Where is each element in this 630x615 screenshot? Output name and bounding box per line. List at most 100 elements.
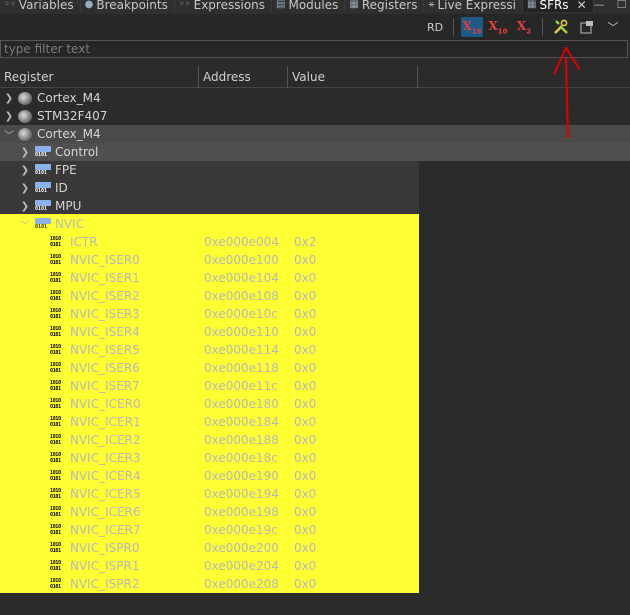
register-group-icon: 0101: [35, 199, 51, 213]
register-row[interactable]: 1010 0101 NVIC_ICER7 0xe000e19c 0x0: [0, 521, 419, 539]
tree-group[interactable]: ﹀ 0101 NVIC: [20, 215, 84, 233]
open-view-button[interactable]: [576, 17, 598, 37]
register-icon: 1010 0101: [50, 398, 61, 410]
chevron-right-icon[interactable]: ❯: [20, 147, 30, 158]
register-value[interactable]: 0x0: [294, 469, 316, 483]
minimize-icon[interactable]: —: [594, 0, 605, 11]
register-value[interactable]: 0x0: [294, 397, 316, 411]
register-row[interactable]: 1010 0101 NVIC_ISER5 0xe000e114 0x0: [0, 341, 419, 359]
tab-variables[interactable]: ◦◦ Variables: [0, 0, 81, 12]
configure-button[interactable]: [550, 17, 572, 37]
chevron-right-icon[interactable]: ❯: [4, 111, 14, 122]
register-row[interactable]: 1010 0101 NVIC_ISER6 0xe000e118 0x0: [0, 359, 419, 377]
register-row[interactable]: 1010 0101 NVIC_ISER3 0xe000e10c 0x0: [0, 305, 419, 323]
register-value[interactable]: 0x2: [294, 235, 316, 249]
tree-group[interactable]: ❯ 0101 Control: [0, 143, 630, 161]
register-icon: 1010 0101: [50, 416, 61, 428]
register-row[interactable]: 1010 0101 NVIC_ISER7 0xe000e11c 0x0: [0, 377, 419, 395]
register-value[interactable]: 0x0: [294, 505, 316, 519]
register-value[interactable]: 0x0: [294, 541, 316, 555]
register-value[interactable]: 0x0: [294, 325, 316, 339]
tree-group[interactable]: ❯ 0101 MPU: [20, 197, 82, 215]
chevron-right-icon[interactable]: ❯: [20, 165, 30, 176]
register-value[interactable]: 0x0: [294, 433, 316, 447]
register-icon: 1010 0101: [50, 434, 61, 446]
register-address: 0xe000e190: [204, 469, 279, 483]
register-value[interactable]: 0x0: [294, 415, 316, 429]
register-name: ICTR: [70, 235, 98, 249]
tab-breakpoints[interactable]: ● Breakpoints: [81, 0, 175, 12]
maximize-icon[interactable]: ☐: [617, 0, 627, 11]
tab-expressions[interactable]: ◦◦ Expressions: [175, 0, 273, 12]
tree-node[interactable]: ❯ Cortex_M4: [4, 89, 101, 107]
register-value[interactable]: 0x0: [294, 379, 316, 393]
register-row[interactable]: 1010 0101 NVIC_ICER5 0xe000e194 0x0: [0, 485, 419, 503]
register-value[interactable]: 0x0: [294, 307, 316, 321]
register-value[interactable]: 0x0: [294, 343, 316, 357]
register-address: 0xe000e208: [204, 577, 279, 591]
read-button[interactable]: RD: [424, 17, 446, 37]
register-row[interactable]: 1010 0101 NVIC_ICER1 0xe000e184 0x0: [0, 413, 419, 431]
register-value[interactable]: 0x0: [294, 577, 316, 591]
close-tab-icon[interactable]: ✕: [577, 0, 587, 12]
register-name: NVIC_ICER4: [70, 469, 141, 483]
export-icon: [580, 21, 593, 34]
register-address: 0xe000e204: [204, 559, 279, 573]
column-value[interactable]: Value: [288, 66, 418, 88]
register-name: NVIC_ICER2: [70, 433, 141, 447]
register-row[interactable]: 1010 0101 NVIC_ISER2 0xe000e108 0x0: [0, 287, 419, 305]
column-register[interactable]: Register: [0, 66, 199, 88]
view-menu-button[interactable]: ﹀: [602, 17, 624, 37]
register-row[interactable]: 1010 0101 NVIC_ISER4 0xe000e110 0x0: [0, 323, 419, 341]
register-icon: 1010 0101: [50, 290, 61, 302]
tab-sfrs[interactable]: ▦ SFRs ✕: [523, 0, 594, 12]
register-row[interactable]: 1010 0101 NVIC_ICER0 0xe000e180 0x0: [0, 395, 419, 413]
tree-group[interactable]: ❯ 0101 FPE: [20, 161, 77, 179]
register-group-icon: 0101: [35, 217, 51, 231]
register-row[interactable]: 1010 0101 NVIC_ISER1 0xe000e104 0x0: [0, 269, 419, 287]
register-value[interactable]: 0x0: [294, 253, 316, 267]
register-row[interactable]: 1010 0101 NVIC_ISPR1 0xe000e204 0x0: [0, 557, 419, 575]
chevron-right-icon[interactable]: ❯: [20, 183, 30, 194]
chevron-right-icon[interactable]: ❯: [4, 93, 14, 104]
register-icon: 1010 0101: [50, 272, 61, 284]
register-value[interactable]: 0x0: [294, 559, 316, 573]
tab-modules[interactable]: ▤ Modules: [272, 0, 346, 12]
register-value[interactable]: 0x0: [294, 451, 316, 465]
tab-registers[interactable]: ▦ Registers: [345, 0, 425, 12]
filter-input[interactable]: [1, 41, 627, 57]
tree-node-selected[interactable]: ﹀ Cortex_M4: [0, 125, 630, 143]
tab-live-expressions[interactable]: ⚹ Live Expressi: [424, 0, 523, 12]
tools-icon: [554, 19, 568, 34]
chevron-down-icon[interactable]: ﹀: [20, 217, 30, 232]
binary-format-button[interactable]: X2: [513, 17, 535, 37]
view-window-controls: — ☐: [594, 0, 630, 11]
filter-box: [0, 40, 628, 58]
register-row[interactable]: 1010 0101 NVIC_ICER6 0xe000e198 0x0: [0, 503, 419, 521]
decimal-format-button[interactable]: X10: [487, 17, 509, 37]
register-row[interactable]: 1010 0101 NVIC_ICER4 0xe000e190 0x0: [0, 467, 419, 485]
register-row[interactable]: 1010 0101 NVIC_ISPR0 0xe000e200 0x0: [0, 539, 419, 557]
tree-node[interactable]: ❯ STM32F407: [4, 107, 108, 125]
chevron-right-icon[interactable]: ❯: [20, 201, 30, 212]
register-name: NVIC_ISER6: [70, 361, 140, 375]
register-row[interactable]: 1010 0101 NVIC_ISER0 0xe000e100 0x0: [0, 251, 419, 269]
register-icon: 1010 0101: [50, 542, 61, 554]
register-icon: 1010 0101: [50, 452, 61, 464]
register-value[interactable]: 0x0: [294, 271, 316, 285]
chevron-down-icon[interactable]: ﹀: [4, 127, 14, 142]
register-value[interactable]: 0x0: [294, 361, 316, 375]
register-name: NVIC_ISER2: [70, 289, 140, 303]
register-address: 0xe000e108: [204, 289, 279, 303]
register-row[interactable]: 1010 0101 NVIC_ISPR2 0xe000e208 0x0: [0, 575, 419, 593]
register-value[interactable]: 0x0: [294, 487, 316, 501]
register-value[interactable]: 0x0: [294, 523, 316, 537]
tree-group[interactable]: ❯ 0101 ID: [20, 179, 68, 197]
register-value[interactable]: 0x0: [294, 289, 316, 303]
register-row[interactable]: 1010 0101 ICTR 0xe000e004 0x2: [0, 233, 419, 251]
register-row[interactable]: 1010 0101 NVIC_ICER2 0xe000e188 0x0: [0, 431, 419, 449]
column-address[interactable]: Address: [199, 66, 288, 88]
register-row[interactable]: 1010 0101 NVIC_ICER3 0xe000e18c 0x0: [0, 449, 419, 467]
chevron-down-icon: ﹀: [607, 21, 619, 34]
hex-format-button[interactable]: X16: [461, 17, 483, 37]
